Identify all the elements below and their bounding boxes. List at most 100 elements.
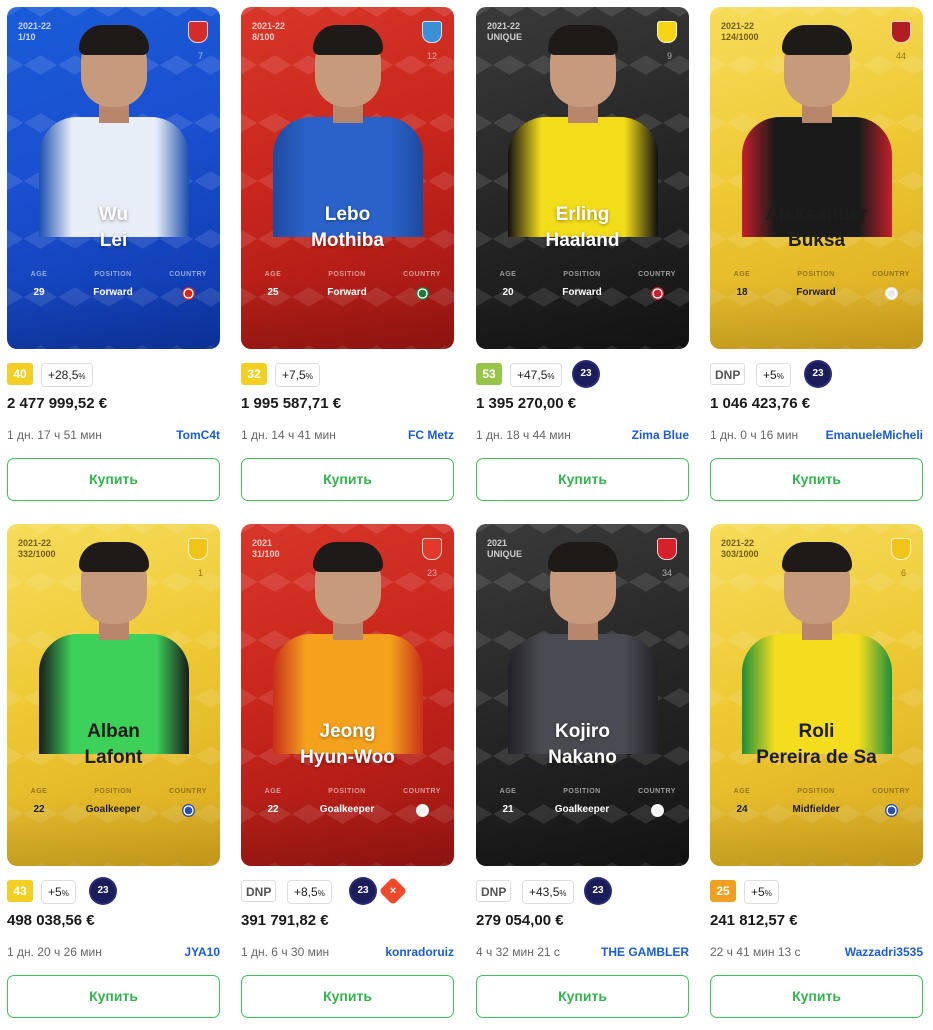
card-price: 279 054,00 € [476, 912, 564, 929]
seller-link[interactable]: konradoruiz [385, 945, 454, 959]
buy-button[interactable]: Купить [476, 458, 689, 501]
player-card[interactable]: 2021-22 332/1000 1 Alban Lafont AGE 22 POSITION… [7, 524, 220, 866]
score-delta: +5% [41, 880, 76, 904]
stat-value [158, 287, 218, 300]
buy-button[interactable]: Купить [241, 458, 454, 501]
player-stats: AGE 21 POSITION Goalkeeper COUNTRY [476, 788, 689, 828]
seller-link[interactable]: TomC4t [176, 428, 220, 442]
player-last-name: Lafont [84, 747, 143, 768]
player-name: Roli Pereira de Sa [710, 719, 923, 771]
stat-label: COUNTRY [403, 271, 441, 278]
stat-position: POSITION Forward [786, 271, 846, 298]
stat-value: 21 [502, 804, 514, 815]
buy-button[interactable]: Купить [710, 975, 923, 1018]
seller-link[interactable]: Wazzadri3535 [845, 945, 923, 959]
player-card[interactable]: 2021-22 UNIQUE 9 Erling Haaland AGE 20 POSITION… [476, 7, 689, 349]
player-last-name: Lei [99, 230, 128, 251]
player-hair [547, 542, 618, 572]
player-name: Alban Lafont [7, 719, 220, 771]
seller-link[interactable]: JYA10 [184, 945, 220, 959]
player-card[interactable]: 2021-22 303/1000 6 Roli Pereira de Sa AGE 24 PO… [710, 524, 923, 866]
buy-button[interactable]: Купить [710, 458, 923, 501]
player-card[interactable]: 2021-22 124/1000 44 Aleksander Buksa AGE 18 POS… [710, 7, 923, 349]
seller-link[interactable]: THE GAMBLER [601, 945, 689, 959]
card-listing: 2021-22 332/1000 1 Alban Lafont AGE 22 POSITION… [7, 524, 220, 1018]
card-meta: 25 +5% [710, 878, 923, 910]
score-delta-value: +5 [48, 885, 62, 899]
stat-age: AGE 21 [478, 788, 538, 815]
player-hair [78, 25, 149, 55]
stat-position: POSITION Forward [317, 271, 377, 298]
player-photo [741, 25, 892, 237]
club-crest-icon [422, 21, 442, 43]
card-listing: 2021 UNIQUE 34 Kojiro Nakano AGE 21 POSITION Goa… [476, 524, 689, 1018]
seller-link[interactable]: Zima Blue [632, 428, 689, 442]
score-delta-value: +5 [763, 368, 777, 382]
stat-label: POSITION [797, 271, 835, 278]
stat-position: POSITION Forward [552, 271, 612, 298]
stat-value: 29 [33, 287, 45, 298]
card-price: 1 995 587,71 € [241, 395, 342, 412]
card-listing: 2021-22 124/1000 44 Aleksander Buksa AGE 18 POS… [710, 7, 923, 501]
percent-sign: % [78, 372, 86, 381]
stat-label: POSITION [797, 788, 835, 795]
season-badge-icon: 23 [806, 362, 830, 386]
percent-sign: % [305, 372, 313, 381]
player-hair [781, 542, 852, 572]
stat-age: AGE 24 [712, 788, 772, 815]
listing-info: 4 ч 32 мин 21 с THE GAMBLER [476, 945, 689, 965]
stat-country: COUNTRY [627, 788, 687, 817]
time-remaining: 22 ч 41 мин 13 с [710, 945, 801, 959]
percent-sign: % [547, 372, 555, 381]
card-price: 1 046 423,76 € [710, 395, 811, 412]
player-hair [781, 25, 852, 55]
player-name: Aleksander Buksa [710, 202, 923, 254]
player-name: Wu Lei [7, 202, 220, 254]
player-first-name: Alban [87, 721, 140, 742]
stat-label: COUNTRY [403, 788, 441, 795]
player-stats: AGE 18 POSITION Forward COUNTRY [710, 271, 923, 311]
stat-age: AGE 22 [243, 788, 303, 815]
country-flag-icon [181, 287, 195, 300]
stat-value [158, 804, 218, 817]
seller-link[interactable]: FC Metz [408, 428, 454, 442]
percent-sign: % [559, 889, 567, 898]
player-hair [312, 542, 383, 572]
card-price: 241 812,57 € [710, 912, 798, 929]
buy-button[interactable]: Купить [241, 975, 454, 1018]
time-remaining: 1 дн. 17 ч 51 мин [7, 428, 102, 442]
stat-label: POSITION [563, 788, 601, 795]
player-card[interactable]: 2021 UNIQUE 34 Kojiro Nakano AGE 21 POSITION Goa… [476, 524, 689, 866]
buy-button[interactable]: Купить [476, 975, 689, 1018]
card-meta: DNP +5% 23 [710, 361, 923, 393]
player-last-name: Buksa [787, 230, 846, 251]
player-card[interactable]: 2021-22 8/100 12 Lebo Mothiba AGE 25 POSITION Fo… [241, 7, 454, 349]
stat-label: POSITION [328, 271, 366, 278]
season-badge-icon: 23 [351, 879, 375, 903]
player-hair [547, 25, 618, 55]
card-meta: 32 +7,5% [241, 361, 454, 393]
buy-button[interactable]: Купить [7, 458, 220, 501]
shirt-number: 12 [426, 51, 437, 61]
seller-link[interactable]: EmanueleMicheli [826, 428, 923, 442]
player-hair [312, 25, 383, 55]
score-delta-value: +8,5 [294, 885, 318, 899]
listing-info: 1 дн. 14 ч 41 мин FC Metz [241, 428, 454, 448]
club-crest-icon [891, 538, 911, 560]
stat-position: POSITION Forward [83, 271, 143, 298]
player-stats: AGE 25 POSITION Forward COUNTRY [241, 271, 454, 311]
score-delta-value: +5 [751, 885, 765, 899]
card-meta: 40 +28,5% [7, 361, 220, 393]
player-card[interactable]: 2021-22 1/10 7 Wu Lei AGE 29 POSITION Forward COU… [7, 7, 220, 349]
shirt-number: 44 [895, 51, 906, 61]
score-badge: 32 [241, 363, 267, 385]
stat-value [861, 804, 921, 817]
stat-label: AGE [733, 271, 751, 278]
country-flag-icon [884, 804, 898, 817]
season-badge-icon: 23 [91, 879, 115, 903]
player-card[interactable]: 2021 31/100 23 Jeong Hyun-Woo AGE 22 POSITION Go… [241, 524, 454, 866]
buy-button[interactable]: Купить [7, 975, 220, 1018]
player-name: Lebo Mothiba [241, 202, 454, 254]
club-crest-icon [188, 21, 208, 43]
card-listing: 2021-22 1/10 7 Wu Lei AGE 29 POSITION Forward COU… [7, 7, 220, 501]
